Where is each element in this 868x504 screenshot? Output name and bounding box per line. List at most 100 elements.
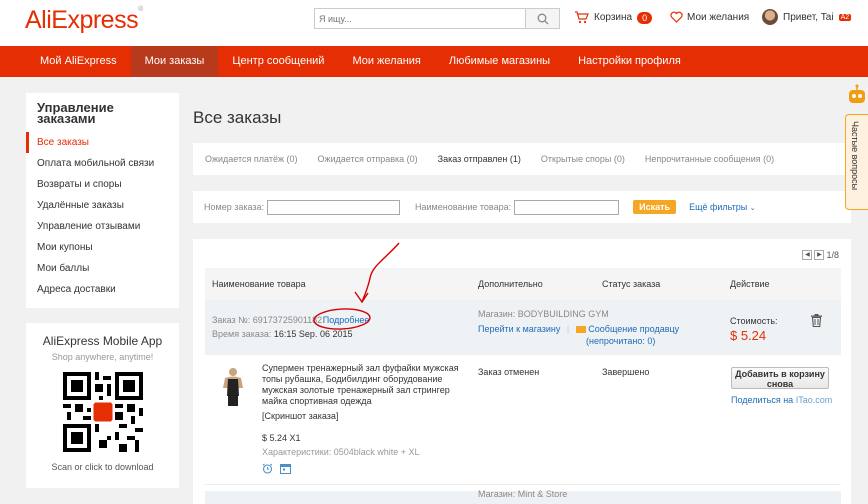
tab-awaiting-shipment[interactable]: Ожидается отправка (0) xyxy=(318,154,418,164)
cart-count-badge: 0 xyxy=(637,11,653,24)
product-title[interactable]: Супермен тренажерный зал фуфайки мужская… xyxy=(262,363,470,407)
qr-code[interactable] xyxy=(62,371,143,453)
logo-text: AliExpress xyxy=(25,6,139,34)
top-header: AliExpress® Корзина 0 Мои желания Привет… xyxy=(0,0,868,46)
store-name: BODYBUILDING GYM xyxy=(517,309,609,319)
nav-message-center[interactable]: Центр сообщений xyxy=(218,46,338,77)
order-status-tabs: Ожидается платёж (0) Ожидается отправка … xyxy=(193,143,851,175)
order-management-sidebar: Управление заказами Все заказы Оплата мо… xyxy=(26,93,179,308)
logo-trademark: ® xyxy=(138,6,143,13)
order-filter-bar: Номер заказа: Наименование товара: Искат… xyxy=(193,191,851,223)
item-specs: Характеристики: 0504black white + XL xyxy=(262,447,420,457)
mobile-app-promo: AliExpress Mobile App Shop anywhere, any… xyxy=(26,323,179,488)
share-site: ITao.com xyxy=(795,395,833,405)
next-page-icon[interactable]: ▶ xyxy=(814,250,825,260)
cost-label: Стоимость: xyxy=(730,316,778,326)
aliexpress-logo[interactable]: AliExpress® xyxy=(25,6,143,35)
product-name-label: Наименование товара: xyxy=(415,202,512,212)
sidebar-item-points[interactable]: Мои баллы xyxy=(26,258,179,279)
nav-profile-settings[interactable]: Настройки профиля xyxy=(564,46,695,77)
store-label: Магазин: xyxy=(478,309,516,319)
search-input[interactable] xyxy=(315,9,525,28)
calendar-icon[interactable] xyxy=(280,463,291,474)
product-name-input[interactable] xyxy=(514,199,620,215)
prev-page-icon[interactable]: ◀ xyxy=(802,250,813,260)
user-menu[interactable]: Привет, Tai A2 xyxy=(762,9,852,25)
col-action: Действие xyxy=(730,279,770,289)
nav-my-orders[interactable]: Мои заказы xyxy=(130,46,219,77)
message-seller-link[interactable]: Сообщение продавцу xyxy=(588,324,679,334)
next-store-partial: Магазин: Mint & Store xyxy=(478,489,568,499)
wishlist-label: Мои желания xyxy=(687,11,750,23)
qr-code-icon xyxy=(62,372,143,452)
item-price: $ 5.24 X1 xyxy=(262,433,301,443)
cart-label: Корзина xyxy=(594,12,633,23)
heart-icon xyxy=(670,11,683,23)
divider: | xyxy=(566,324,570,334)
sidebar-item-returns-disputes[interactable]: Возвраты и споры xyxy=(26,174,179,195)
sidebar-title: Управление заказами xyxy=(37,100,114,126)
sidebar-item-deleted-orders[interactable]: Удалённые заказы xyxy=(26,195,179,216)
filter-search-button[interactable]: Искать xyxy=(633,200,677,214)
user-level-badge: A2 xyxy=(838,13,852,21)
order-time-label: Время заказа: xyxy=(212,329,272,339)
store-actions: Перейти к магазину | Сообщение продавцу xyxy=(478,324,679,334)
sidebar-item-addresses[interactable]: Адреса доставки xyxy=(26,279,179,300)
col-order-status: Статус заказа xyxy=(602,279,661,289)
tab-unread-messages[interactable]: Непрочитанные сообщения (0) xyxy=(645,154,774,164)
trash-icon[interactable] xyxy=(811,314,822,329)
add-to-cart-again-button[interactable]: Добавить в корзину снова xyxy=(731,367,829,389)
app-download-link[interactable]: Scan or click to download xyxy=(26,462,179,472)
unread-count-link[interactable]: (непрочитано: 0) xyxy=(586,336,655,346)
page-indicator: 1/8 xyxy=(826,250,839,260)
app-promo-title: AliExpress Mobile App xyxy=(42,334,163,348)
tab-open-disputes[interactable]: Открытые споры (0) xyxy=(541,154,625,164)
search-icon xyxy=(537,13,548,24)
search-bar xyxy=(314,8,560,29)
order-details-link[interactable]: Подробнее xyxy=(323,315,370,325)
order-cost: $ 5.24 xyxy=(730,328,767,343)
sidebar-item-feedback[interactable]: Управление отзывами xyxy=(26,216,179,237)
product-thumbnail[interactable] xyxy=(217,366,249,410)
sidebar-list: Все заказы Оплата мобильной связи Возвра… xyxy=(26,132,179,300)
main-nav: Мой AliExpress Мои заказы Центр сообщени… xyxy=(0,46,868,77)
envelope-icon xyxy=(575,326,586,334)
go-to-store-link[interactable]: Перейти к магазину xyxy=(478,324,560,334)
more-filters-label: Ещё фильтры xyxy=(689,202,748,212)
chevron-down-icon: ⌄ xyxy=(749,205,756,212)
sidebar-item-mobile-payment[interactable]: Оплата мобильной связи xyxy=(26,153,179,174)
faq-label: Частые вопросы xyxy=(850,121,860,191)
page-title: Все заказы xyxy=(193,108,282,127)
col-additional: Дополнительно xyxy=(478,279,543,289)
item-action-icons xyxy=(262,463,291,474)
avatar xyxy=(762,9,778,25)
wishlist-link[interactable]: Мои желания xyxy=(670,11,749,23)
next-order-header-partial: Магазин: Mint & Store xyxy=(205,489,841,504)
sidebar-item-all-orders[interactable]: Все заказы xyxy=(26,132,179,153)
order-time-value: 16:15 Sep. 06 2015 xyxy=(273,329,353,339)
order-number-label: Номер заказа: xyxy=(204,202,265,212)
share-link[interactable]: Поделиться на ITao.com xyxy=(731,395,832,405)
nav-my-aliexpress[interactable]: Мой AliExpress xyxy=(26,46,131,77)
cart-link[interactable]: Корзина 0 xyxy=(574,11,653,24)
order-item-row: Супермен тренажерный зал фуфайки мужская… xyxy=(205,355,841,485)
order-number-label: Заказ №: xyxy=(212,315,251,325)
alarm-clock-icon[interactable] xyxy=(262,463,273,474)
orders-panel: ◀ ▶ 1/8 Наименование товара Дополнительн… xyxy=(193,239,851,504)
sidebar-item-coupons[interactable]: Мои купоны xyxy=(26,237,179,258)
order-number-value: 69173725901182 xyxy=(252,315,323,325)
user-greeting: Привет, Tai xyxy=(783,11,834,23)
robot-assistant-icon[interactable] xyxy=(846,84,868,108)
app-promo-subtitle: Shop anywhere, anytime! xyxy=(51,352,154,362)
search-button[interactable] xyxy=(525,9,559,28)
nav-favorite-stores[interactable]: Любимые магазины xyxy=(435,46,564,77)
more-filters-link[interactable]: Ещё фильтры ⌄ xyxy=(689,202,756,212)
order-header-row: Заказ №: 69173725901182 Подробнее Время … xyxy=(205,300,841,355)
tab-awaiting-payment[interactable]: Ожидается платёж (0) xyxy=(205,154,298,164)
pagination: ◀ ▶ 1/8 xyxy=(802,250,839,260)
tab-shipped[interactable]: Заказ отправлен (1) xyxy=(438,154,521,164)
nav-wishlist[interactable]: Мои желания xyxy=(338,46,434,77)
faq-side-tab[interactable]: Частые вопросы xyxy=(845,114,868,210)
order-number-input[interactable] xyxy=(267,199,401,215)
order-snapshot-link[interactable]: [Скриншот заказа] xyxy=(262,411,338,421)
